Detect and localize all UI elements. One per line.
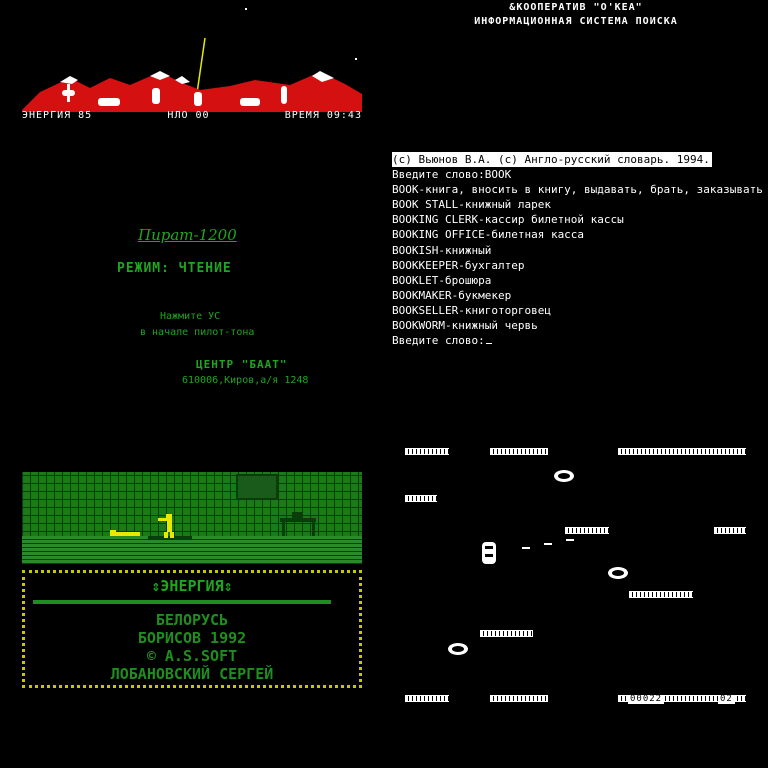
result-line: BOOK-книга, вносить в книгу, выдавать, б… [392,183,768,197]
center-label: ЦЕНТР "БААТ" [196,358,288,371]
header-system: ИНФОРМАЦИОННАЯ СИСТЕМА ПОИСКА [474,16,678,27]
platform-game-screen: 00022 02 [384,384,768,768]
fighter-sprite [158,514,174,538]
credit-line-2: БОРИСОВ 1992 [137,629,247,647]
text-cursor [485,343,492,345]
result-line: BOOKING OFFICE-билетная касса [392,228,585,242]
result-line: BOOKLET-брошюра [392,273,492,287]
mode-label: РЕЖИМ: ЧТЕНИЕ [117,261,232,276]
energy-bar [33,600,331,604]
fallen-enemy-sprite [110,530,140,536]
header-cooperative: &КООПЕРАТИВ "О'КЕА" [509,2,643,13]
hint-line-2: в начале пилот-тона [140,327,255,338]
platform-sprites [448,470,628,655]
result-line: BOOKMAKER-букмекер [392,288,512,302]
copyright-line: (c) Вьюнов В.А. (c) Англо-русский словар… [392,152,712,168]
platform [490,695,548,702]
hint-line-1: Нажмите УС [160,311,221,322]
dictionary-output: (c) Вьюнов В.А. (c) Англо-русский словар… [392,152,768,348]
platform [405,695,449,702]
result-line: BOOKKEEPER-бухгалтер [392,258,525,272]
credit-line-4: ЛОБАНОВСКИЙ СЕРГЕЙ [110,665,274,683]
player-sprite [482,542,496,564]
result-line: BOOKSELLER-книготорговец [392,303,551,317]
lives-counter: 02 [718,694,735,704]
credit-line-3: © A.S.SOFT [146,647,238,665]
query-line: Введите слово:BOOK [392,168,512,182]
credit-line-1: БЕЛОРУСЬ [155,611,229,629]
address-label: 610006,Киров,а/я 1248 [182,375,309,386]
score-counter: 00022 [628,694,665,704]
result-line: BOOK STALL-книжный ларек [392,198,551,212]
pirate-logo: Пират-1200 [138,226,237,244]
result-line: BOOKWORM-книжный червь [392,319,538,333]
sprites [110,512,316,539]
result-line: BOOKING CLERK-кассир билетной кассы [392,213,624,227]
table-sprite [280,512,316,536]
karate-game-screen: ⇕ЭНЕРГИЯ⇕ БЕЛОРУСЬ БОРИСОВ 1992 © A.S.SO… [0,470,364,690]
dictionary-screen: &КООПЕРАТИВ "О'КЕА" ИНФОРМАЦИОННАЯ СИСТЕ… [384,0,768,384]
energy-panel: ⇕ЭНЕРГИЯ⇕ БЕЛОРУСЬ БОРИСОВ 1992 © A.S.SO… [22,570,362,688]
result-line: BOOKISH-книжный [392,243,492,257]
word-input[interactable]: Введите слово: [392,333,764,348]
energy-title: ⇕ЭНЕРГИЯ⇕ [151,577,233,595]
query-text: BOOK [484,168,512,182]
